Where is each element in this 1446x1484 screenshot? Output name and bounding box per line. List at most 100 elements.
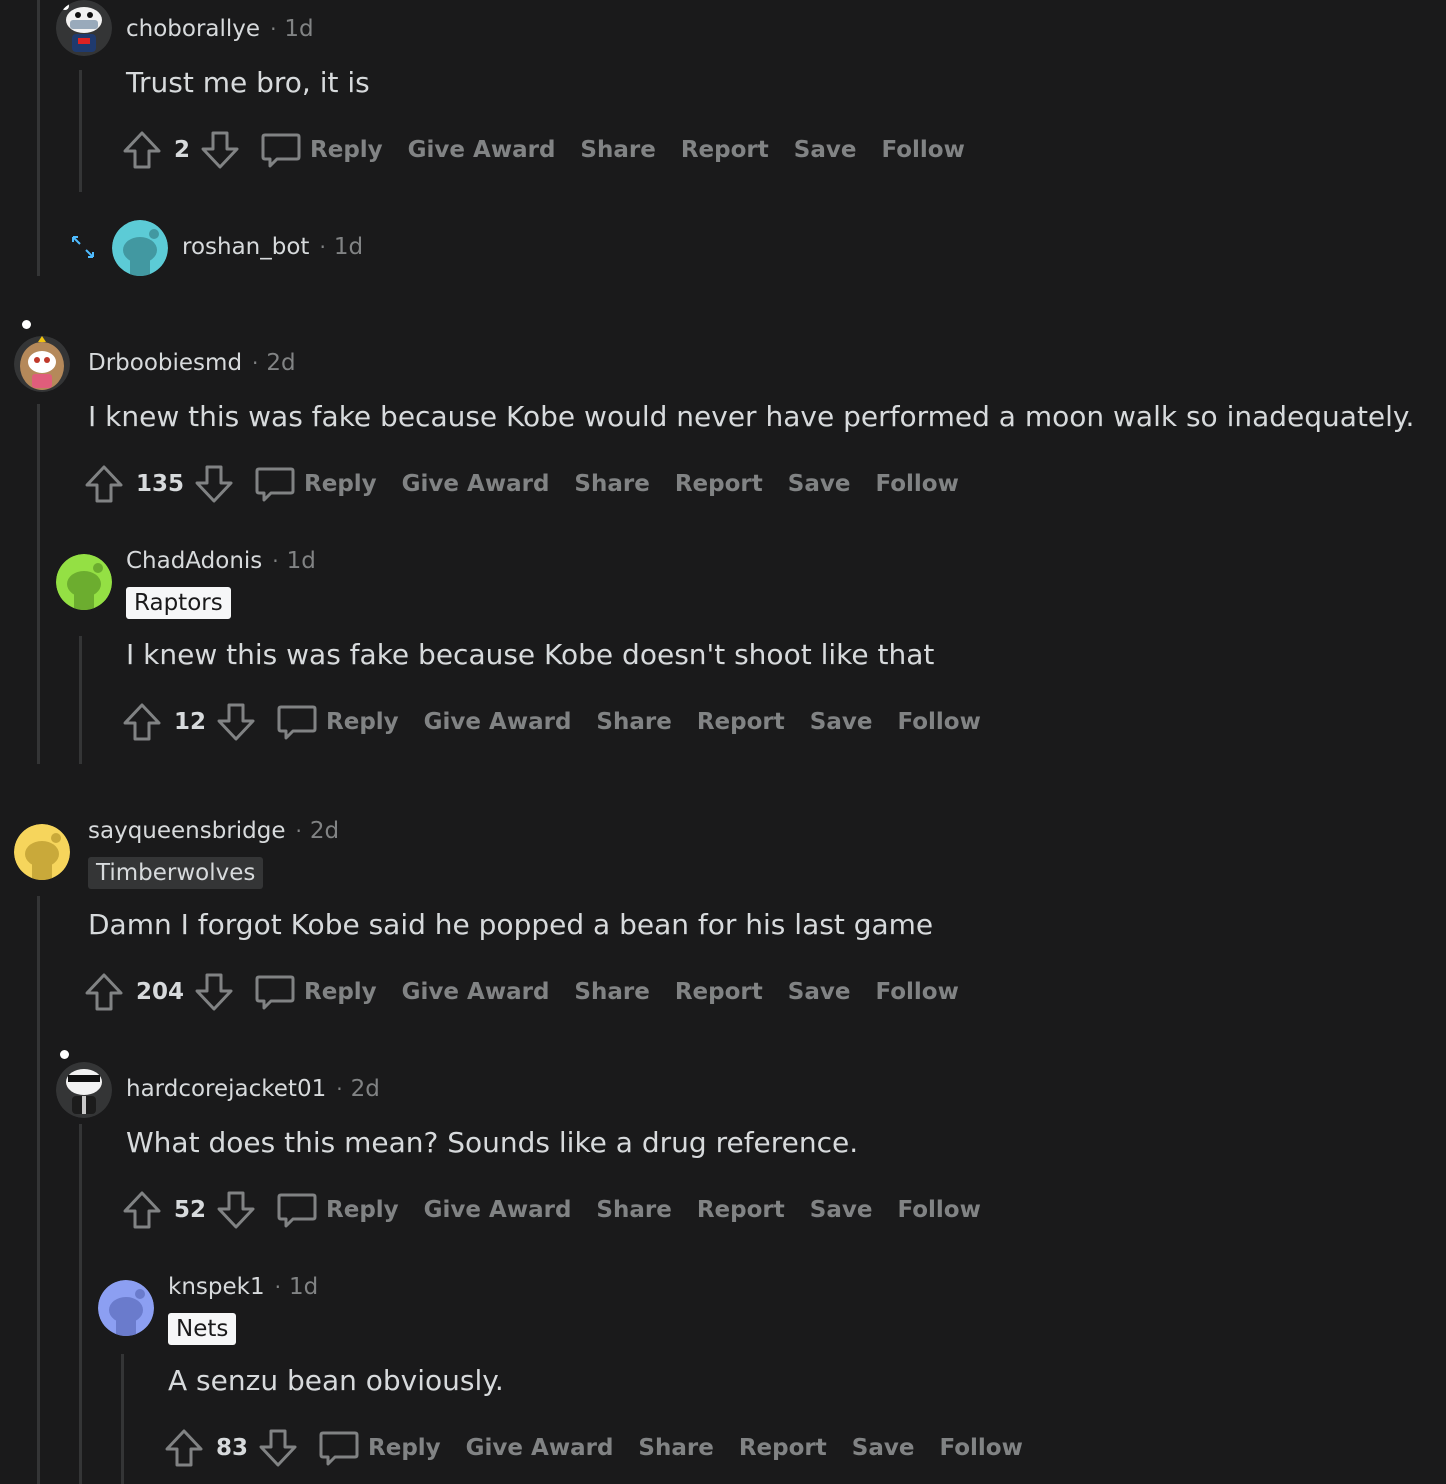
timestamp[interactable]: 1d: [284, 16, 313, 42]
upvote-icon[interactable]: [122, 1190, 162, 1230]
snoo-costume-icon: [14, 336, 70, 392]
username[interactable]: hardcorejacket01: [126, 1076, 326, 1102]
follow-button[interactable]: Follow: [897, 1197, 980, 1223]
follow-button[interactable]: Follow: [875, 471, 958, 497]
save-button[interactable]: Save: [788, 471, 851, 497]
avatar[interactable]: [56, 0, 112, 56]
thread-line[interactable]: [79, 636, 82, 764]
comment-body: A senzu bean obviously.: [168, 1364, 504, 1397]
share-button[interactable]: Share: [638, 1435, 713, 1461]
separator: ·: [272, 549, 279, 573]
downvote-icon[interactable]: [194, 972, 234, 1012]
comment-icon[interactable]: [254, 971, 296, 1013]
comment-actions: 2 Reply Give Award Share Report Save Fol…: [122, 128, 990, 172]
reply-button[interactable]: Reply: [326, 709, 399, 735]
report-button[interactable]: Report: [697, 709, 785, 735]
username[interactable]: roshan_bot: [182, 234, 309, 260]
give-award-button[interactable]: Give Award: [424, 709, 572, 735]
avatar[interactable]: [112, 220, 168, 276]
give-award-button[interactable]: Give Award: [402, 979, 550, 1005]
save-button[interactable]: Save: [788, 979, 851, 1005]
upvote-icon[interactable]: [84, 464, 124, 504]
comment-icon[interactable]: [276, 1189, 318, 1231]
avatar[interactable]: [56, 1062, 112, 1118]
follow-button[interactable]: Follow: [875, 979, 958, 1005]
username[interactable]: knspek1: [168, 1274, 265, 1300]
timestamp[interactable]: 1d: [334, 234, 363, 260]
reply-button[interactable]: Reply: [310, 137, 383, 163]
thread-line[interactable]: [79, 1124, 82, 1484]
upvote-icon[interactable]: [164, 1428, 204, 1468]
share-button[interactable]: Share: [596, 709, 671, 735]
report-button[interactable]: Report: [739, 1435, 827, 1461]
snoo-sunglasses-icon: [56, 1062, 112, 1118]
timestamp[interactable]: 2d: [351, 1076, 380, 1102]
separator: ·: [252, 351, 259, 375]
downvote-icon[interactable]: [200, 130, 240, 170]
timestamp[interactable]: 1d: [287, 548, 316, 574]
timestamp[interactable]: 2d: [310, 818, 339, 844]
vote-score: 12: [174, 709, 207, 735]
user-flair: Nets: [168, 1313, 237, 1345]
follow-button[interactable]: Follow: [897, 709, 980, 735]
thread-line[interactable]: [37, 896, 40, 1484]
save-button[interactable]: Save: [794, 137, 857, 163]
username[interactable]: sayqueensbridge: [88, 818, 286, 844]
downvote-icon[interactable]: [216, 702, 256, 742]
reply-button[interactable]: Reply: [304, 979, 377, 1005]
avatar[interactable]: [14, 824, 70, 880]
save-button[interactable]: Save: [852, 1435, 915, 1461]
downvote-icon[interactable]: [216, 1190, 256, 1230]
give-award-button[interactable]: Give Award: [424, 1197, 572, 1223]
thread-line[interactable]: [121, 1354, 124, 1484]
save-button[interactable]: Save: [810, 1197, 873, 1223]
comment-icon[interactable]: [254, 463, 296, 505]
username[interactable]: Drboobiesmd: [88, 350, 242, 376]
follow-button[interactable]: Follow: [881, 137, 964, 163]
downvote-icon[interactable]: [194, 464, 234, 504]
timestamp[interactable]: 1d: [289, 1274, 318, 1300]
downvote-icon[interactable]: [258, 1428, 298, 1468]
report-button[interactable]: Report: [697, 1197, 785, 1223]
report-button[interactable]: Report: [681, 137, 769, 163]
comment-icon[interactable]: [276, 701, 318, 743]
avatar[interactable]: [56, 554, 112, 610]
avatar[interactable]: [14, 336, 70, 392]
expand-icon[interactable]: [70, 234, 96, 260]
comment-icon[interactable]: [318, 1427, 360, 1469]
avatar[interactable]: [98, 1280, 154, 1336]
report-button[interactable]: Report: [675, 471, 763, 497]
vote-score: 135: [136, 471, 185, 497]
reply-button[interactable]: Reply: [304, 471, 377, 497]
upvote-icon[interactable]: [122, 130, 162, 170]
share-button[interactable]: Share: [574, 471, 649, 497]
reply-button[interactable]: Reply: [326, 1197, 399, 1223]
comment-body: Damn I forgot Kobe said he popped a bean…: [88, 908, 934, 941]
thread-line[interactable]: [37, 0, 40, 276]
thread-line[interactable]: [37, 404, 40, 764]
thread-line[interactable]: [79, 70, 82, 192]
snoo-periwinkle-icon: [98, 1280, 154, 1336]
save-button[interactable]: Save: [810, 709, 873, 735]
avatar-dot: [60, 1050, 69, 1059]
snoo-green-icon: [56, 554, 112, 610]
comment-icon[interactable]: [260, 129, 302, 171]
snoo-masked-icon: [56, 0, 112, 56]
share-button[interactable]: Share: [580, 137, 655, 163]
report-button[interactable]: Report: [675, 979, 763, 1005]
timestamp[interactable]: 2d: [266, 350, 295, 376]
username[interactable]: choborallye: [126, 16, 260, 42]
username[interactable]: ChadAdonis: [126, 548, 262, 574]
share-button[interactable]: Share: [574, 979, 649, 1005]
separator: ·: [336, 1077, 343, 1101]
give-award-button[interactable]: Give Award: [402, 471, 550, 497]
snoo-yellow-icon: [14, 824, 70, 880]
follow-button[interactable]: Follow: [939, 1435, 1022, 1461]
upvote-icon[interactable]: [122, 702, 162, 742]
share-button[interactable]: Share: [596, 1197, 671, 1223]
give-award-button[interactable]: Give Award: [408, 137, 556, 163]
give-award-button[interactable]: Give Award: [466, 1435, 614, 1461]
reply-button[interactable]: Reply: [368, 1435, 441, 1461]
vote-score: 204: [136, 979, 185, 1005]
upvote-icon[interactable]: [84, 972, 124, 1012]
